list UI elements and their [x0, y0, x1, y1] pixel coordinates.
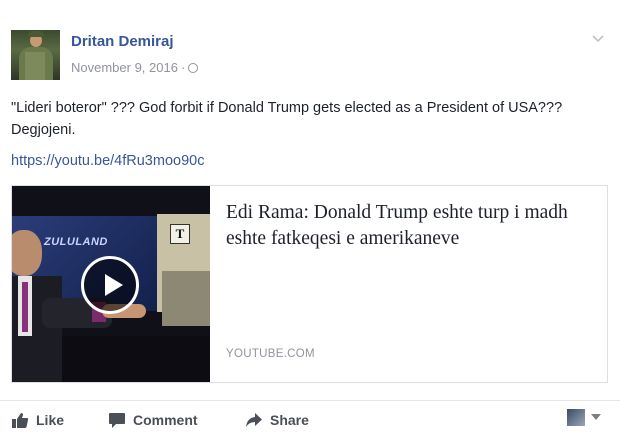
profile-thumbnail — [567, 408, 585, 426]
comment-icon — [109, 412, 125, 428]
post-date[interactable]: November 9, 2016 — [71, 60, 178, 75]
like-label: Like — [36, 412, 65, 428]
thumbs-up-icon — [12, 412, 29, 428]
share-button[interactable]: Share — [245, 410, 309, 430]
meta-separator: · — [180, 60, 186, 75]
chevron-down-icon[interactable] — [592, 32, 604, 44]
post-message: "Lideri boteror" ??? God forbit if Donal… — [11, 100, 563, 138]
speaker-head — [12, 230, 42, 276]
comment-button[interactable]: Comment — [108, 410, 198, 430]
post-as-selector[interactable] — [567, 407, 603, 427]
share-icon — [246, 412, 262, 427]
play-icon[interactable] — [81, 256, 139, 314]
thumbnail-brand-text: ZULULAND — [44, 236, 108, 248]
post-link[interactable]: https://youtu.be/4fRu3moo90c — [11, 153, 204, 169]
comment-label: Comment — [133, 412, 198, 428]
action-bar: Like Comment Share — [0, 400, 620, 436]
caret-down-icon — [591, 414, 601, 420]
video-thumbnail[interactable]: ZULULAND T — [12, 186, 210, 382]
facebook-post: Dritan Demiraj November 9, 2016 · "Lideri… — [0, 0, 620, 442]
card-domain: YOUTUBE.COM — [226, 348, 315, 360]
thumbnail-photo — [162, 271, 210, 326]
card-title[interactable]: Edi Rama: Donald Trump eshte turp i madh… — [226, 200, 596, 252]
author-name[interactable]: Dritan Demiraj — [71, 33, 174, 50]
avatar-uniform — [25, 52, 45, 80]
globe-icon[interactable] — [188, 63, 199, 73]
link-preview-card[interactable]: ZULULAND T Edi Rama: Donald Trump eshte … — [11, 185, 608, 383]
avatar-cap — [28, 31, 44, 37]
post-meta: November 9, 2016 · — [71, 60, 199, 75]
share-label: Share — [270, 412, 309, 428]
like-button[interactable]: Like — [11, 410, 64, 430]
thumbnail-badge: T — [170, 224, 190, 244]
speaker-tie — [22, 282, 28, 332]
avatar[interactable] — [11, 30, 60, 80]
